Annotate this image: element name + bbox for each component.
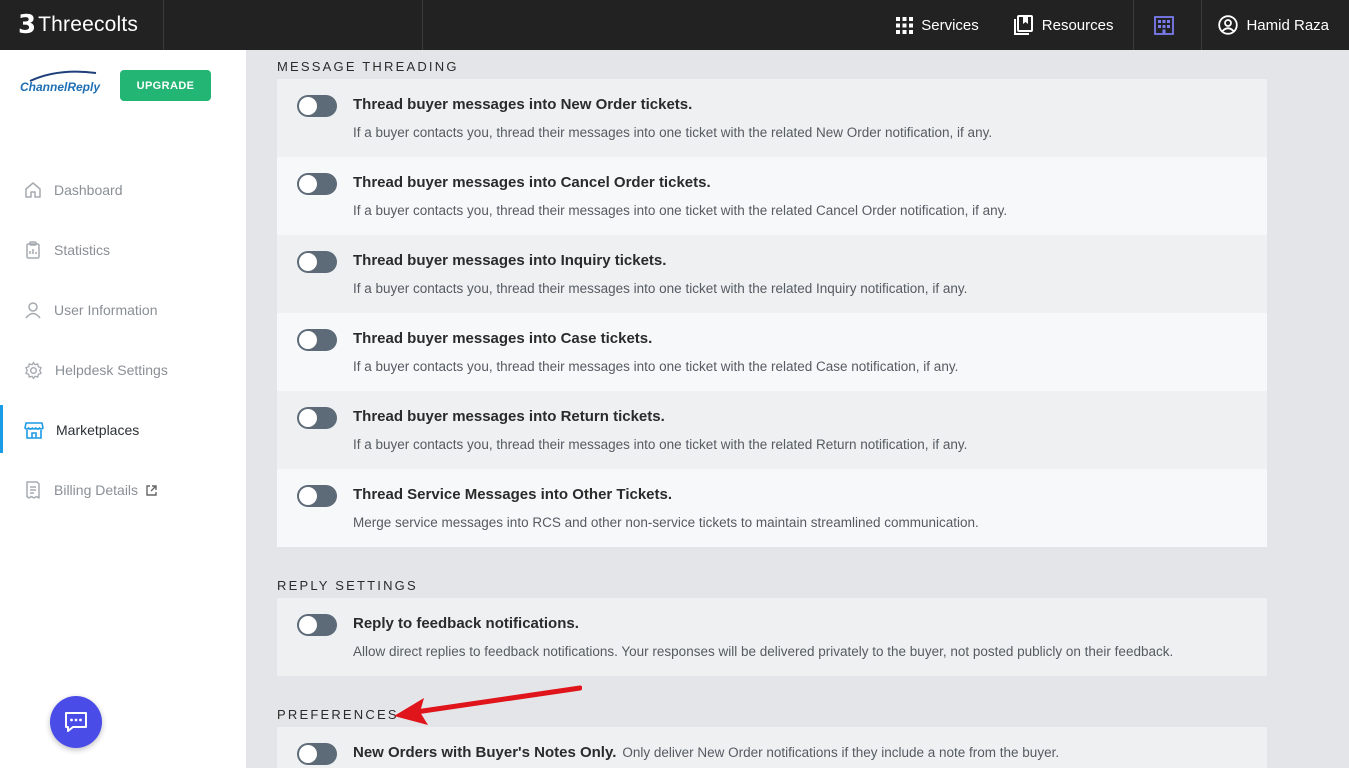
setting-description: If a buyer contacts you, thread their me… [353,359,959,374]
toggle-inquiry-threading[interactable] [297,251,337,273]
setting-description: If a buyer contacts you, thread their me… [353,203,1008,218]
setting-description: Only deliver New Order notifications if … [622,745,1060,760]
toggle-case-threading[interactable] [297,329,337,351]
setting-description: If a buyer contacts you, thread their me… [353,437,968,452]
setting-row: Thread Service Messages into Other Ticke… [277,469,1267,547]
sidebar-item-marketplaces[interactable]: Marketplaces [0,400,246,460]
sidebar-item-user-information[interactable]: User Information [0,280,246,340]
toggle-return-threading[interactable] [297,407,337,429]
setting-title: New Orders with Buyer's Notes Only. Only … [353,744,1059,761]
home-icon [25,182,41,198]
organization-button[interactable] [1134,0,1203,50]
setting-description: If a buyer contacts you, thread their me… [353,281,968,296]
setting-title: Thread buyer messages into Inquiry ticke… [353,252,667,269]
reply-settings-card: Reply to feedback notifications. Allow d… [277,598,1267,676]
sidebar-item-billing-details[interactable]: Billing Details [0,460,246,520]
chat-button[interactable] [50,696,102,748]
setting-title-text: New Orders with Buyer's Notes Only. [353,744,617,761]
setting-title: Reply to feedback notifications. [353,615,579,632]
setting-title: Thread buyer messages into Cancel Order … [353,174,711,191]
preferences-card: New Orders with Buyer's Notes Only. Only … [277,727,1267,768]
user-menu[interactable]: Hamid Raza [1202,0,1349,50]
building-icon [1154,16,1174,35]
user-circle-icon [1218,15,1239,35]
setting-row: Thread buyer messages into Inquiry ticke… [277,235,1267,313]
section-title-reply-settings: REPLY SETTINGS [277,578,418,593]
external-link-icon [146,484,157,496]
section-title-message-threading: MESSAGE THREADING [277,59,459,74]
upgrade-button[interactable]: UPGRADE [120,70,211,101]
setting-row: New Orders with Buyer's Notes Only. Only … [277,727,1267,768]
setting-description: Allow direct replies to feedback notific… [353,644,1174,659]
logo-row: ChannelReply UPGRADE [20,70,211,102]
setting-row: Thread buyer messages into Return ticket… [277,391,1267,469]
sidebar-item-dashboard[interactable]: Dashboard [0,160,246,220]
annotation-arrow-icon [394,685,582,725]
toggle-buyer-notes-only[interactable] [297,743,337,765]
setting-row: Thread buyer messages into New Order tic… [277,79,1267,157]
logo-text: ChannelReply [20,80,101,94]
top-bar: 3 Threecolts Services Resources Hamid Ra… [0,0,1349,50]
sidebar-item-label: User Information [54,302,158,318]
gear-icon [25,361,42,379]
setting-description: If a buyer contacts you, thread their me… [353,125,993,140]
sidebar-item-label: Billing Details [54,482,139,498]
setting-description: Merge service messages into RCS and othe… [353,515,979,530]
user-name: Hamid Raza [1246,16,1329,34]
setting-title: Thread buyer messages into Case tickets. [353,330,653,347]
sidebar-item-label: Helpdesk Settings [55,362,168,378]
services-menu[interactable]: Services [896,0,979,50]
brand-name: Threecolts [38,13,139,36]
setting-title: Thread buyer messages into Return ticket… [353,408,665,425]
setting-row: Reply to feedback notifications. Allow d… [277,598,1267,676]
setting-title: Thread buyer messages into New Order tic… [353,96,693,113]
setting-title: Thread Service Messages into Other Ticke… [353,486,673,503]
receipt-icon [26,481,40,499]
brand-mark: 3 [18,10,37,40]
user-icon [25,302,41,319]
toggle-reply-feedback[interactable] [297,614,337,636]
setting-row: Thread buyer messages into Cancel Order … [277,157,1267,235]
toggle-cancel-order-threading[interactable] [297,173,337,195]
main-content: MESSAGE THREADING Thread buyer messages … [246,50,1349,768]
sidebar: ChannelReply UPGRADE Dashboard Statistic… [0,50,246,768]
chat-icon [65,712,87,732]
clipboard-icon [26,241,40,259]
store-icon [24,422,44,439]
message-threading-card: Thread buyer messages into New Order tic… [277,79,1267,547]
threecolts-logo[interactable]: 3 Threecolts [0,0,164,50]
channelreply-logo[interactable]: ChannelReply [20,70,100,102]
toggle-service-messages-threading[interactable] [297,485,337,507]
toggle-new-order-threading[interactable] [297,95,337,117]
grid-icon [896,16,914,34]
top-bar-spacer [164,0,423,50]
sidebar-item-helpdesk-settings[interactable]: Helpdesk Settings [0,340,246,400]
resources-menu[interactable]: Resources [1013,0,1135,50]
sidebar-nav: Dashboard Statistics User Information He… [0,160,246,520]
setting-row: Thread buyer messages into Case tickets.… [277,313,1267,391]
sidebar-item-label: Marketplaces [56,422,140,438]
resources-label: Resources [1041,16,1114,34]
services-label: Services [921,16,979,34]
book-icon [1013,15,1033,35]
sidebar-item-label: Dashboard [54,182,123,198]
sidebar-item-statistics[interactable]: Statistics [0,220,246,280]
sidebar-item-label: Statistics [54,242,111,258]
section-title-preferences: PREFERENCES [277,707,399,722]
